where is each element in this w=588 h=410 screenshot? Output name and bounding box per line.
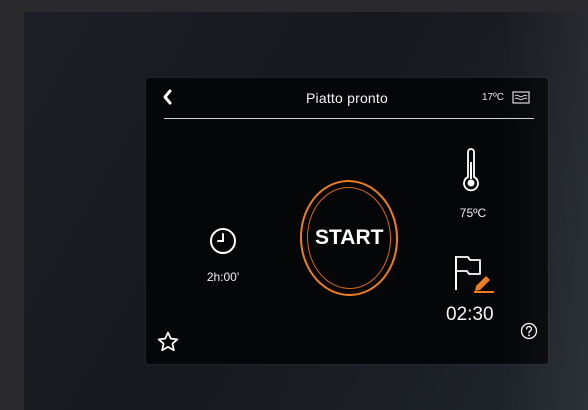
core-temperature-value[interactable]: 75ºC bbox=[450, 206, 496, 220]
end-time-value[interactable]: 02:30 bbox=[446, 304, 506, 326]
thermometer-icon bbox=[463, 148, 479, 192]
start-label: START bbox=[314, 226, 384, 249]
header-divider bbox=[164, 118, 534, 119]
flag-edit-icon[interactable] bbox=[450, 252, 498, 294]
start-button[interactable]: START bbox=[298, 178, 400, 298]
touch-screen: Piatto pronto 17ºC 2h:00' START 75ºC 02:… bbox=[146, 78, 548, 364]
oven-control-panel: Piatto pronto 17ºC 2h:00' START 75ºC 02:… bbox=[24, 12, 588, 410]
star-icon[interactable] bbox=[156, 330, 180, 354]
chamber-temperature: 17ºC bbox=[482, 92, 504, 103]
clock-icon bbox=[210, 228, 236, 254]
help-icon[interactable] bbox=[520, 322, 538, 340]
duration-value[interactable]: 2h:00' bbox=[190, 270, 256, 284]
water-tray-icon bbox=[512, 91, 530, 104]
